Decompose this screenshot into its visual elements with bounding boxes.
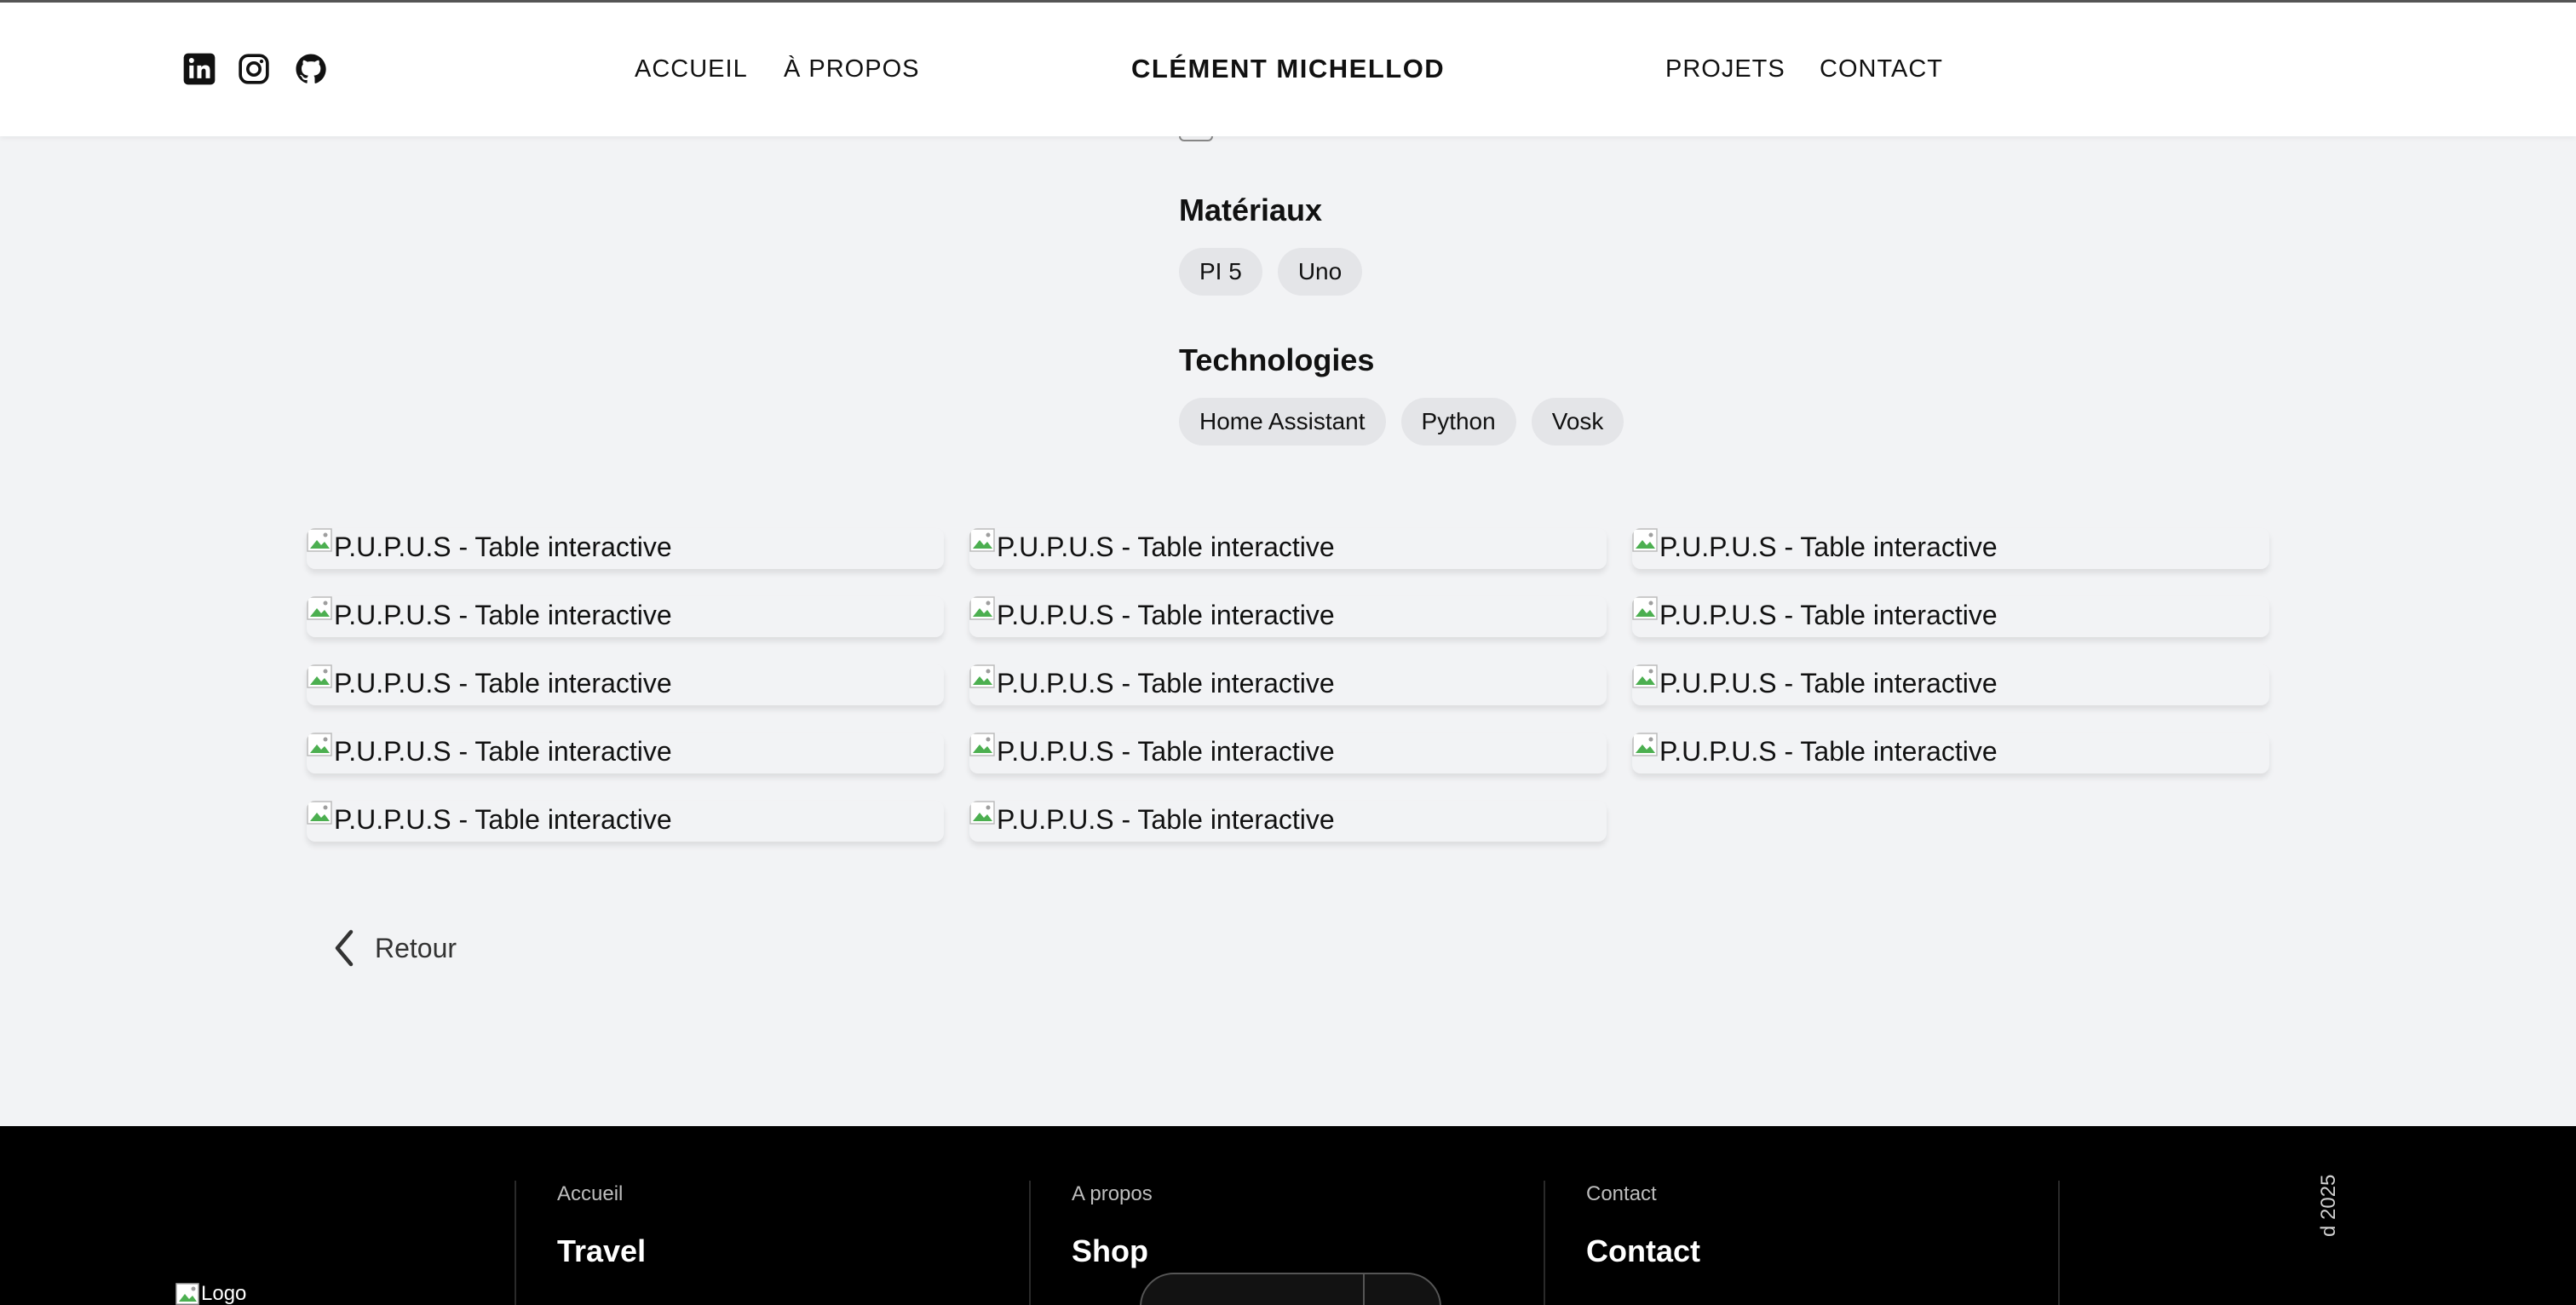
footer-col-apropos-label: A propos xyxy=(1072,1182,1153,1205)
nav-projets[interactable]: PROJETS xyxy=(1665,55,1785,83)
broken-image-icon xyxy=(175,1283,199,1305)
nav-contact[interactable]: CONTACT xyxy=(1820,55,1943,83)
back-label: Retour xyxy=(375,932,457,963)
gallery-image[interactable]: P.U.P.U.S - Table interactive xyxy=(307,528,944,569)
footer-divider xyxy=(1029,1181,1031,1305)
broken-image-icon xyxy=(969,528,995,552)
gallery-image[interactable]: P.U.P.U.S - Table interactive xyxy=(307,801,944,842)
nav-a-propos[interactable]: À PROPOS xyxy=(784,55,920,83)
broken-image-icon xyxy=(1632,733,1658,756)
gallery-image-alt: P.U.P.U.S - Table interactive xyxy=(334,804,672,835)
broken-image-icon xyxy=(969,801,995,825)
broken-image-icon xyxy=(307,733,332,756)
gallery-image[interactable]: P.U.P.U.S - Table interactive xyxy=(307,596,944,637)
gallery-image[interactable]: P.U.P.U.S - Table interactive xyxy=(1632,733,2269,773)
gallery-image[interactable]: P.U.P.U.S - Table interactive xyxy=(969,596,1607,637)
site-footer: Logo Accueil Travel A propos Shop Contac… xyxy=(0,1126,2576,1305)
footer-link-travel[interactable]: Travel xyxy=(557,1233,646,1269)
broken-image-icon xyxy=(1632,596,1658,620)
linkedin-icon[interactable] xyxy=(182,52,216,86)
technology-chip: Python xyxy=(1400,398,1516,446)
technology-chip: Vosk xyxy=(1531,398,1624,446)
gallery-image-alt: P.U.P.U.S - Table interactive xyxy=(997,804,1335,835)
gallery-image-alt: P.U.P.U.S - Table interactive xyxy=(1659,532,1998,562)
gallery-image-alt: P.U.P.U.S - Table interactive xyxy=(334,736,672,767)
material-chip: Uno xyxy=(1277,248,1363,296)
broken-image-icon xyxy=(969,733,995,756)
broken-image-icon xyxy=(969,596,995,620)
footer-divider xyxy=(1544,1181,1545,1305)
gallery-image-alt: P.U.P.U.S - Table interactive xyxy=(997,668,1335,698)
footer-logo-alt: Logo xyxy=(201,1282,247,1305)
footer-divider xyxy=(515,1181,516,1305)
gallery-image[interactable]: P.U.P.U.S - Table interactive xyxy=(307,733,944,773)
gallery-image-alt: P.U.P.U.S - Table interactive xyxy=(997,532,1335,562)
gallery-image-alt: P.U.P.U.S - Table interactive xyxy=(334,600,672,630)
gallery-image[interactable]: P.U.P.U.S - Table interactive xyxy=(307,664,944,705)
footer-col-contact-label: Contact xyxy=(1586,1182,1657,1205)
footer-col-accueil-label: Accueil xyxy=(557,1182,624,1205)
footer-logo[interactable]: Logo xyxy=(175,1283,246,1305)
github-icon[interactable] xyxy=(294,52,328,86)
nav-accueil[interactable]: ACCUEIL xyxy=(635,55,748,83)
broken-image-icon xyxy=(307,528,332,552)
back-button[interactable]: Retour xyxy=(332,928,457,968)
floating-toolbar[interactable] xyxy=(1140,1273,1441,1305)
broken-image-icon xyxy=(1632,664,1658,688)
technologies-title: Technologies xyxy=(1179,342,1375,377)
gallery-image-alt: P.U.P.U.S - Table interactive xyxy=(997,600,1335,630)
gallery-image[interactable]: P.U.P.U.S - Table interactive xyxy=(969,528,1607,569)
gallery-image[interactable]: P.U.P.U.S - Table interactive xyxy=(969,733,1607,773)
gallery-image-alt: P.U.P.U.S - Table interactive xyxy=(997,736,1335,767)
gallery-image-alt: P.U.P.U.S - Table interactive xyxy=(1659,736,1998,767)
site-header: ACCUEIL À PROPOS CLÉMENT MICHELLOD PROJE… xyxy=(0,0,2576,136)
gallery-image-alt: P.U.P.U.S - Table interactive xyxy=(334,532,672,562)
broken-image-icon xyxy=(307,596,332,620)
gallery-image[interactable]: P.U.P.U.S - Table interactive xyxy=(969,801,1607,842)
broken-image-icon xyxy=(307,801,332,825)
footer-divider xyxy=(2058,1181,2060,1305)
gallery-image[interactable]: P.U.P.U.S - Table interactive xyxy=(1632,528,2269,569)
materials-title: Matériaux xyxy=(1179,193,1323,227)
technologies-chips: Home Assistant Python Vosk xyxy=(1179,398,1624,446)
project-gallery: P.U.P.U.S - Table interactive P.U.P.U.S -… xyxy=(307,528,2269,842)
footer-link-contact[interactable]: Contact xyxy=(1586,1233,1700,1269)
broken-image-icon xyxy=(1632,528,1658,552)
gallery-image-alt: P.U.P.U.S - Table interactive xyxy=(334,668,672,698)
broken-image-icon xyxy=(307,664,332,688)
gallery-image[interactable]: P.U.P.U.S - Table interactive xyxy=(969,664,1607,705)
toolbar-divider xyxy=(1363,1274,1365,1305)
site-brand[interactable]: CLÉMENT MICHELLOD xyxy=(1131,54,1445,84)
chevron-left-icon xyxy=(335,929,354,967)
footer-link-shop[interactable]: Shop xyxy=(1072,1233,1148,1269)
technology-chip: Home Assistant xyxy=(1179,398,1386,446)
instagram-icon[interactable] xyxy=(237,52,271,86)
gallery-image-alt: P.U.P.U.S - Table interactive xyxy=(1659,600,1998,630)
gallery-image[interactable]: P.U.P.U.S - Table interactive xyxy=(1632,596,2269,637)
material-chip: PI 5 xyxy=(1179,248,1262,296)
materials-chips: PI 5 Uno xyxy=(1179,248,1363,296)
copyright-text: d 2025 xyxy=(2317,1174,2340,1237)
gallery-image[interactable]: P.U.P.U.S - Table interactive xyxy=(1632,664,2269,705)
broken-image-icon xyxy=(969,664,995,688)
gallery-image-alt: P.U.P.U.S - Table interactive xyxy=(1659,668,1998,698)
